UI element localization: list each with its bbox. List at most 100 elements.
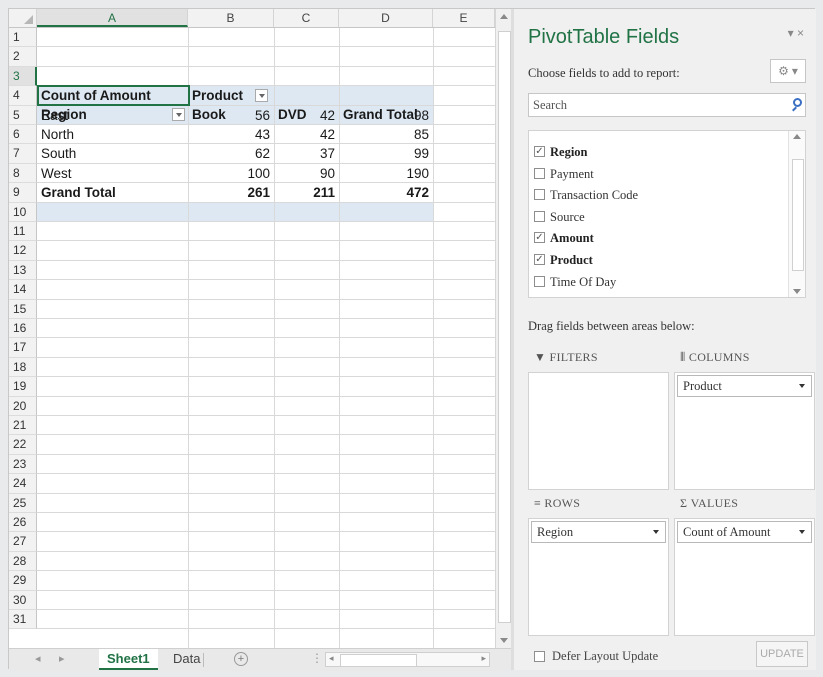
field-search-input[interactable]: Search xyxy=(528,93,806,117)
row-header[interactable]: 16 xyxy=(9,319,37,339)
scroll-left-icon[interactable]: ◂ xyxy=(329,653,334,664)
row-header[interactable]: 14 xyxy=(9,280,37,300)
column-filter-dropdown[interactable] xyxy=(255,89,268,102)
field-scroll-up-icon[interactable] xyxy=(793,134,801,139)
row-header[interactable]: 12 xyxy=(9,241,37,261)
pivot-column-field[interactable]: Product xyxy=(188,86,248,105)
columns-field-pill[interactable]: Product xyxy=(677,375,812,397)
row-header[interactable]: 2 xyxy=(9,47,37,67)
row-header[interactable]: 21 xyxy=(9,416,37,436)
chevron-down-icon[interactable] xyxy=(799,530,805,534)
row-header[interactable]: 6 xyxy=(9,125,37,145)
row-header[interactable]: 30 xyxy=(9,590,37,610)
rows-drop-zone[interactable]: Region xyxy=(528,518,669,636)
row-header[interactable]: 17 xyxy=(9,338,37,358)
field-checkbox[interactable]: ✓ xyxy=(534,254,545,265)
pivot-grand-total-label[interactable]: Grand Total xyxy=(37,183,188,202)
row-header[interactable]: 26 xyxy=(9,513,37,533)
select-all-corner[interactable] xyxy=(9,9,37,27)
pivot-value-cell[interactable]: 42 xyxy=(274,125,339,144)
field-checkbox[interactable] xyxy=(534,210,545,222)
pivot-row-label[interactable]: North xyxy=(37,125,188,144)
pivot-value-cell[interactable]: 43 xyxy=(188,125,274,144)
pivot-value-cell[interactable]: 100 xyxy=(188,164,274,183)
vertical-scrollbar[interactable] xyxy=(495,9,512,648)
tab-sheet1[interactable]: Sheet1 xyxy=(99,649,158,670)
row-header[interactable]: 4 xyxy=(9,86,37,106)
scroll-down-icon[interactable] xyxy=(500,638,508,643)
gear-icon[interactable]: ⚙ ▾ xyxy=(770,59,806,83)
scroll-up-icon[interactable] xyxy=(500,14,508,19)
defer-checkbox[interactable] xyxy=(534,651,545,662)
field-checkbox[interactable] xyxy=(534,167,545,179)
row-header[interactable]: 18 xyxy=(9,357,37,378)
add-sheet-icon[interactable]: + xyxy=(234,652,248,666)
values-field-pill[interactable]: Count of Amount xyxy=(677,521,812,543)
field-checkbox[interactable]: ✓ xyxy=(534,146,545,157)
row-header[interactable]: 11 xyxy=(9,222,37,242)
filters-drop-zone[interactable] xyxy=(528,372,669,490)
chevron-down-icon[interactable] xyxy=(799,384,805,388)
pivot-row-label[interactable]: West xyxy=(37,164,188,183)
pivot-value-cell[interactable]: 37 xyxy=(274,144,339,163)
row-header[interactable]: 10 xyxy=(9,202,37,222)
row-header[interactable]: 15 xyxy=(9,299,37,319)
column-header-e[interactable]: E xyxy=(433,9,495,27)
chevron-down-icon[interactable] xyxy=(653,530,659,534)
field-checkbox[interactable] xyxy=(534,275,545,287)
row-header[interactable]: 7 xyxy=(9,144,37,164)
row-header[interactable]: 3 xyxy=(9,66,37,87)
tab-next-icon[interactable]: ▸ xyxy=(59,652,65,665)
row-header[interactable]: 13 xyxy=(9,260,37,281)
field-checkbox[interactable]: ✓ xyxy=(534,232,545,244)
pivot-value-cell[interactable]: 98 xyxy=(339,106,433,125)
row-header[interactable]: 29 xyxy=(9,571,37,591)
row-header[interactable]: 25 xyxy=(9,493,37,513)
row-header[interactable]: 22 xyxy=(9,435,37,455)
vertical-scroll-thumb[interactable] xyxy=(498,31,511,623)
pivot-value-cell[interactable]: 56 xyxy=(188,106,274,125)
scroll-right-icon[interactable]: ▸ xyxy=(481,653,486,664)
row-header[interactable]: 28 xyxy=(9,551,37,572)
pivot-value-cell[interactable]: 62 xyxy=(188,144,274,163)
field-checkbox[interactable] xyxy=(534,189,545,201)
pivot-value-cell[interactable]: 90 xyxy=(274,164,339,183)
row-header[interactable]: 27 xyxy=(9,532,37,552)
pivot-value-cell[interactable]: 85 xyxy=(339,125,433,144)
update-button[interactable]: UPDATE xyxy=(756,641,808,667)
pivot-row-label[interactable]: South xyxy=(37,144,188,163)
field-list-scrollbar[interactable] xyxy=(788,131,805,297)
row-header[interactable]: 31 xyxy=(9,610,37,630)
horizontal-scrollbar[interactable]: ◂ ▸ xyxy=(325,652,490,667)
row-header[interactable]: 20 xyxy=(9,396,37,416)
field-list-scroll-thumb[interactable] xyxy=(792,159,804,271)
values-drop-zone[interactable]: Count of Amount xyxy=(674,518,815,636)
pivot-value-cell[interactable]: 99 xyxy=(339,144,433,163)
pane-close-icon[interactable]: ▾ × xyxy=(788,26,804,40)
row-header[interactable]: 23 xyxy=(9,454,37,475)
split-handle-icon[interactable]: ⋮ xyxy=(311,651,323,665)
search-icon[interactable] xyxy=(793,98,802,107)
row-header[interactable]: 8 xyxy=(9,163,37,184)
cell-grid[interactable]: Count of Amount Product Region Book DVD … xyxy=(37,28,495,648)
pivot-total-value[interactable]: 472 xyxy=(339,183,433,202)
tab-prev-icon[interactable]: ◂ xyxy=(35,652,41,665)
horizontal-scroll-thumb[interactable] xyxy=(340,654,417,667)
column-header-d[interactable]: D xyxy=(339,9,433,27)
row-header[interactable]: 5 xyxy=(9,105,37,125)
row-header[interactable]: 1 xyxy=(9,28,37,48)
field-scroll-down-icon[interactable] xyxy=(793,289,801,294)
tab-data[interactable]: Data xyxy=(165,649,208,670)
rows-field-pill[interactable]: Region xyxy=(531,521,666,543)
pane-divider[interactable] xyxy=(511,9,514,670)
pivot-total-value[interactable]: 211 xyxy=(274,183,339,202)
column-header-b[interactable]: B xyxy=(188,9,274,27)
pivot-total-value[interactable]: 261 xyxy=(188,183,274,202)
columns-drop-zone[interactable]: Product xyxy=(674,372,815,490)
pivot-row-label[interactable]: East xyxy=(37,106,188,125)
column-header-a[interactable]: A xyxy=(37,9,188,27)
pivot-value-cell[interactable]: 190 xyxy=(339,164,433,183)
pivot-value-cell[interactable]: 42 xyxy=(274,106,339,125)
column-header-c[interactable]: C xyxy=(274,9,339,27)
row-header[interactable]: 9 xyxy=(9,183,37,203)
